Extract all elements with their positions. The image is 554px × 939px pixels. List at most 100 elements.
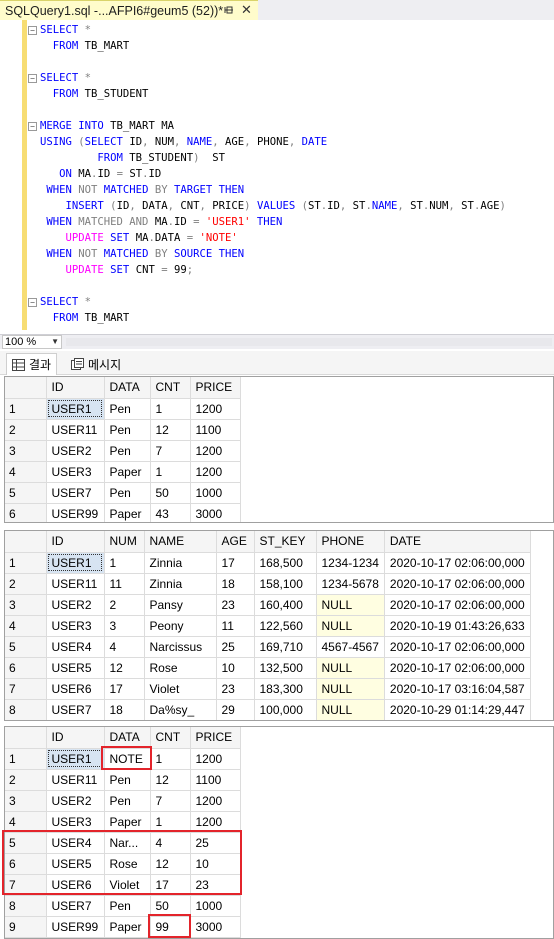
grid-cell[interactable]: Pen (104, 790, 151, 812)
table-row[interactable]: 3 USER2 Pen 7 1200 (5, 440, 241, 462)
grid-cell[interactable]: 50 (150, 482, 191, 504)
grid-cell[interactable]: Violet (104, 874, 151, 896)
grid-cell[interactable]: 18 (216, 573, 255, 595)
grid-cell[interactable]: 1000 (190, 895, 241, 917)
grid-cell[interactable]: 183,300 (254, 678, 317, 700)
fold-toggle-icon[interactable]: − (28, 298, 37, 307)
row-number[interactable]: 4 (5, 615, 47, 637)
grid-cell[interactable]: Paper (104, 461, 151, 483)
query-tab[interactable]: SQLQuery1.sql -...AFPI6#geum5 (52))* ✕ (0, 0, 258, 20)
table-row[interactable]: 4 USER3 Paper 1 1200 (5, 811, 241, 833)
grid-cell[interactable]: NOTE (104, 748, 151, 770)
grid-cell[interactable]: Paper (104, 811, 151, 833)
grid-cell[interactable]: Paper (104, 916, 151, 938)
grid-cell[interactable]: 1000 (190, 482, 241, 504)
row-number[interactable]: 6 (5, 657, 47, 679)
table-row[interactable]: 1 USER1 1 Zinnia 17 168,500 1234-1234 2020-10-1… (5, 552, 531, 574)
grid-cell[interactable]: 1 (150, 748, 191, 770)
row-number[interactable]: 2 (5, 769, 47, 791)
grid-cell[interactable]: 18 (104, 699, 145, 720)
column-header[interactable]: NUM (104, 531, 145, 553)
grid-cell[interactable]: 2020-10-19 01:43:26,633 (384, 615, 531, 637)
table-row[interactable]: 8 USER7 18 Da%sy_ 29 100,000 NULL 2020-10-29 01… (5, 699, 531, 720)
grid-cell[interactable]: 1 (150, 811, 191, 833)
table-row[interactable]: 1 USER1 NOTE 1 1200 (5, 748, 241, 770)
grid-cell[interactable]: USER11 (46, 573, 105, 595)
grid-cell[interactable]: USER2 (46, 594, 105, 616)
column-header[interactable]: CNT (150, 377, 191, 399)
row-number[interactable]: 5 (5, 832, 47, 854)
fold-toggle-icon[interactable]: − (28, 26, 37, 35)
grid-cell[interactable]: 12 (150, 853, 191, 875)
grid-cell[interactable]: 25 (190, 832, 241, 854)
grid-cell[interactable]: 1200 (190, 461, 241, 483)
result-grid-1[interactable]: ID DATA CNT PRICE 1 USER1 Pen 1 1200 2 USER11 Pen 12… (4, 376, 554, 523)
grid-cell[interactable]: 17 (150, 874, 191, 896)
fold-toggle-icon[interactable]: − (28, 74, 37, 83)
grid-cell[interactable]: 1234-5678 (316, 573, 385, 595)
grid-cell[interactable]: 1100 (190, 419, 241, 441)
grid-cell[interactable]: Pen (104, 482, 151, 504)
grid-cell[interactable]: USER11 (46, 419, 105, 441)
column-header[interactable]: PHONE (316, 531, 385, 553)
grid-cell[interactable]: USER3 (46, 811, 105, 833)
column-header[interactable]: ST_KEY (254, 531, 317, 553)
grid-cell[interactable]: Narcissus (144, 636, 217, 658)
grid-cell[interactable]: 2020-10-17 03:16:04,587 (384, 678, 531, 700)
grid-cell[interactable]: 12 (150, 769, 191, 791)
row-number[interactable]: 1 (5, 398, 47, 420)
grid-cell[interactable]: NULL (316, 678, 385, 700)
column-header[interactable]: CNT (150, 727, 191, 749)
table-row[interactable]: 5 USER4 4 Narcissus 25 169,710 4567-4567 2020-1… (5, 636, 531, 658)
grid-cell[interactable]: Pen (104, 419, 151, 441)
grid-cell[interactable]: 23 (216, 594, 255, 616)
grid-cell[interactable]: Rose (104, 853, 151, 875)
grid-cell[interactable]: 2020-10-17 02:06:00,000 (384, 594, 531, 616)
grid-cell[interactable]: USER5 (46, 853, 105, 875)
grid-cell[interactable]: 1200 (190, 790, 241, 812)
grid-cell[interactable]: 1200 (190, 748, 241, 770)
horizontal-scrollbar[interactable] (66, 338, 552, 346)
row-number[interactable]: 6 (5, 853, 47, 875)
grid-cell[interactable]: 1200 (190, 398, 241, 420)
table-row[interactable]: 3 USER2 2 Pansy 23 160,400 NULL 2020-10-17 02:0… (5, 594, 531, 616)
tab-messages[interactable]: 메시지 (66, 353, 126, 375)
grid-cell[interactable]: 17 (216, 552, 255, 574)
row-number[interactable]: 9 (5, 916, 47, 938)
grid-cell[interactable]: 7 (150, 790, 191, 812)
grid-cell[interactable]: USER7 (46, 482, 105, 504)
grid-cell[interactable]: 4 (104, 636, 145, 658)
grid-cell[interactable]: 122,560 (254, 615, 317, 637)
grid-cell[interactable]: USER6 (46, 678, 105, 700)
grid-cell[interactable]: 1200 (190, 440, 241, 462)
grid-cell[interactable]: Peony (144, 615, 217, 637)
row-number[interactable]: 3 (5, 790, 47, 812)
grid-cell[interactable]: 3 (104, 615, 145, 637)
grid-cell[interactable]: 99 (150, 916, 191, 938)
column-header[interactable]: ID (46, 531, 105, 553)
grid-cell[interactable]: 160,400 (254, 594, 317, 616)
grid-cell[interactable]: Nar... (104, 832, 151, 854)
grid-cell[interactable]: Paper (104, 503, 151, 522)
grid-cell[interactable]: USER11 (46, 769, 105, 791)
grid-cell[interactable]: 100,000 (254, 699, 317, 720)
sql-editor[interactable]: − − − − SELECT * FROM TB_MART SELECT * F… (0, 20, 554, 334)
grid-cell[interactable]: NULL (316, 657, 385, 679)
grid-cell[interactable]: USER1 (46, 748, 105, 770)
grid-cell[interactable]: 4567-4567 (316, 636, 385, 658)
table-row[interactable]: 6 USER5 12 Rose 10 132,500 NULL 2020-10-17 02:0… (5, 657, 531, 679)
row-number-header[interactable] (5, 531, 47, 553)
column-header[interactable]: NAME (144, 531, 217, 553)
column-header[interactable]: PRICE (190, 727, 241, 749)
grid-cell[interactable]: 25 (216, 636, 255, 658)
grid-cell[interactable]: USER4 (46, 832, 105, 854)
tab-results[interactable]: 결과 (6, 353, 58, 375)
table-row[interactable]: 7 USER6 Violet 17 23 (5, 874, 241, 896)
grid-cell[interactable]: USER3 (46, 615, 105, 637)
result-grid-2[interactable]: ID NUM NAME AGE ST_KEY PHONE DATE 1 USER1 1 Zinnia… (4, 530, 554, 721)
grid-cell[interactable]: Zinnia (144, 552, 217, 574)
table-row[interactable]: 4 USER3 Paper 1 1200 (5, 461, 241, 483)
grid-cell[interactable]: Pen (104, 769, 151, 791)
grid-cell[interactable]: USER2 (46, 440, 105, 462)
grid-cell[interactable]: 1234-1234 (316, 552, 385, 574)
